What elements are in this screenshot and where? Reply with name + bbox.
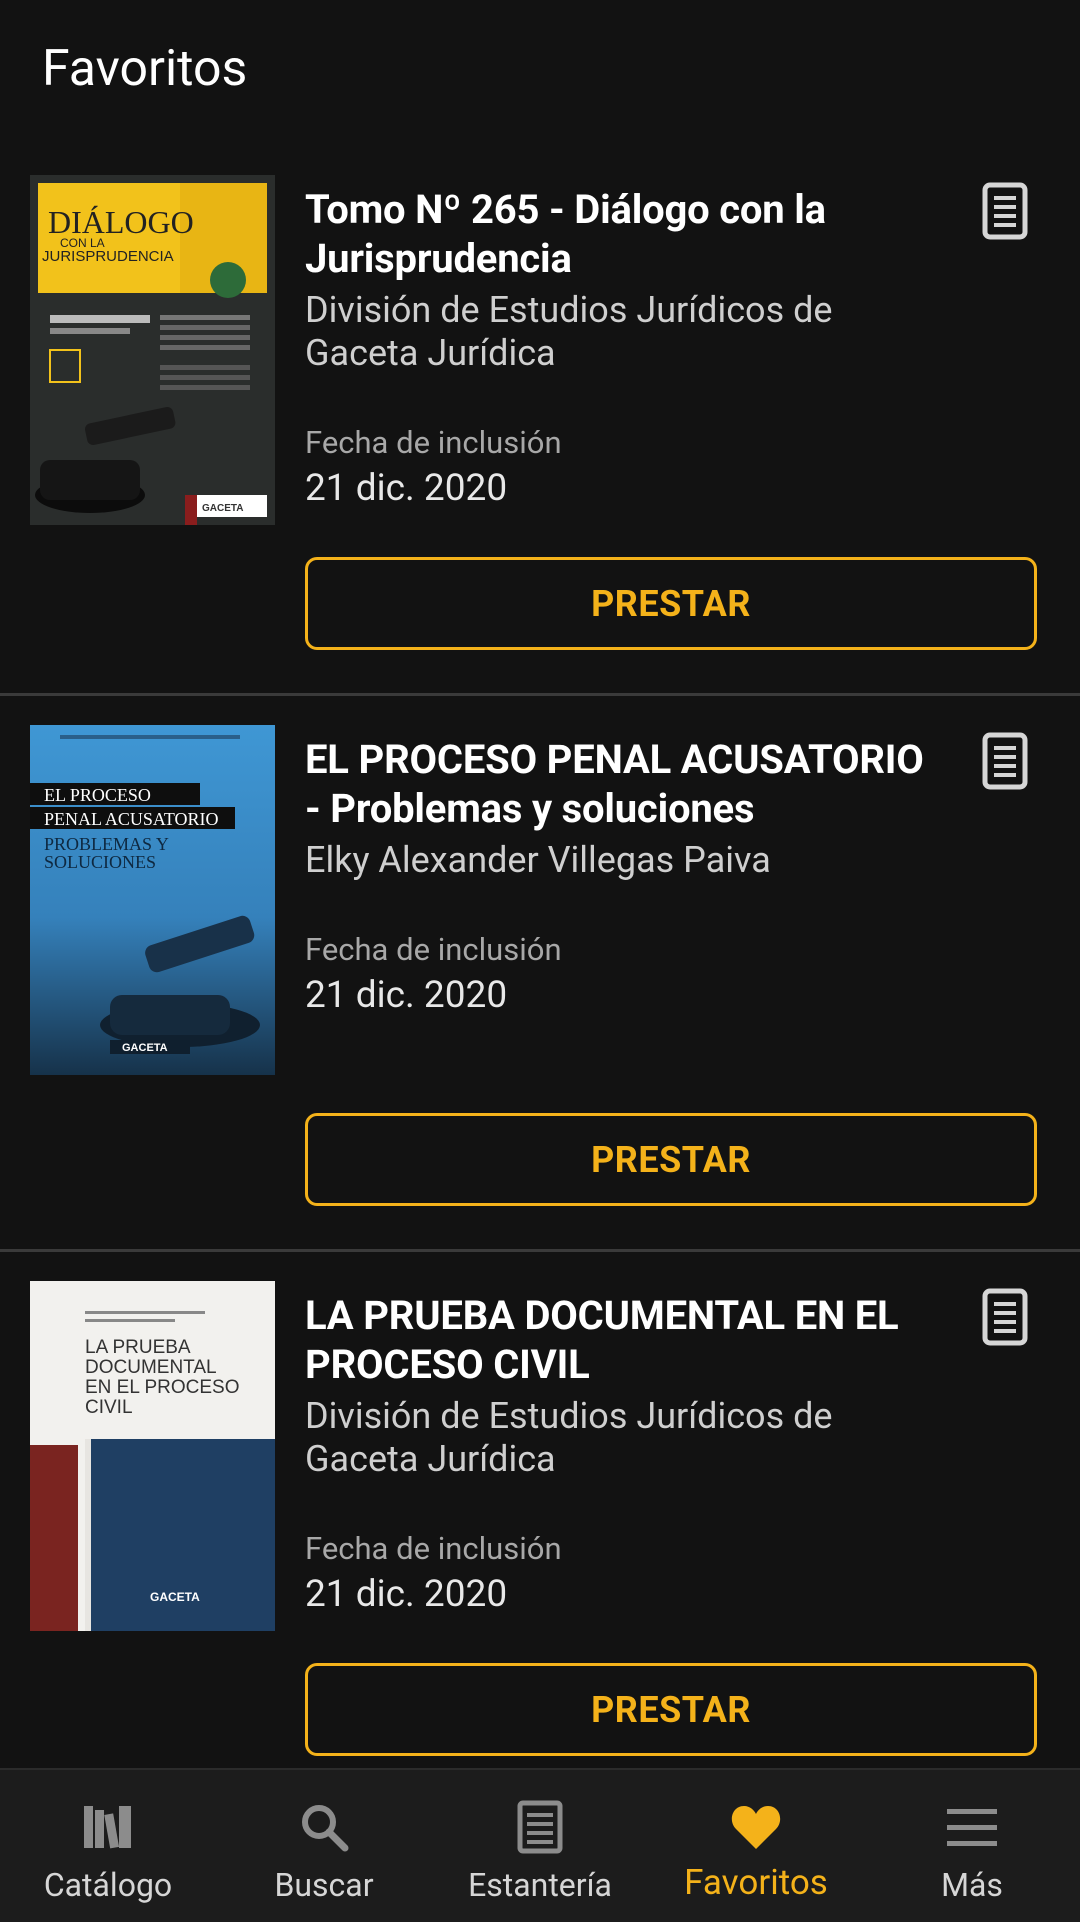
book-title[interactable]: Tomo Nº 265 - Diálogo con la Jurispruden…: [305, 185, 945, 283]
document-icon[interactable]: [980, 182, 1030, 240]
nav-item-catalogo[interactable]: Catálogo: [0, 1770, 216, 1922]
cover-line4: CIVIL: [85, 1397, 133, 1418]
inclusion-date-label: Fecha de inclusión: [305, 1530, 562, 1567]
nav-label: Favoritos: [684, 1862, 828, 1903]
cover-line3: EN EL PROCESO: [85, 1377, 240, 1398]
book-title[interactable]: LA PRUEBA DOCUMENTAL EN EL PROCESO CIVIL: [305, 1291, 945, 1389]
document-icon[interactable]: [980, 732, 1030, 790]
inclusion-date-value: 21 dic. 2020: [305, 1573, 508, 1616]
cover-heading: DIÁLOGO: [48, 204, 194, 240]
cover-line3: PROBLEMAS Y: [44, 834, 169, 854]
cover-line1: EL PROCESO: [44, 785, 151, 805]
heart-icon: [731, 1806, 781, 1849]
cover-line1: LA PRUEBA: [85, 1337, 191, 1358]
nav-label: Buscar: [274, 1866, 374, 1904]
book-cover-image: DIÁLOGO CON LA JURISPRUDENCIA GACETA: [30, 175, 275, 525]
nav-item-buscar[interactable]: Buscar: [216, 1770, 432, 1922]
book-cover[interactable]: EL PROCESO PENAL ACUSATORIO PROBLEMAS Y …: [30, 725, 275, 1075]
cover-line4: SOLUCIONES: [44, 852, 156, 872]
book-cover[interactable]: DIÁLOGO CON LA JURISPRUDENCIA GACETA: [30, 175, 275, 525]
book-cover[interactable]: LA PRUEBA DOCUMENTAL EN EL PROCESO CIVIL…: [30, 1281, 275, 1631]
book-info: Tomo Nº 265 - Diálogo con la Jurispruden…: [305, 185, 945, 511]
prestar-button[interactable]: PRESTAR: [305, 1113, 1037, 1206]
nav-label: Más: [941, 1866, 1003, 1904]
menu-icon: [947, 1809, 997, 1846]
bottom-navigation: Catálogo Buscar Estantería Favoritos Más: [0, 1768, 1080, 1922]
divider: [0, 693, 1080, 696]
prestar-button[interactable]: PRESTAR: [305, 1663, 1037, 1756]
book-title[interactable]: EL PROCESO PENAL ACUSATORIO - Problemas …: [305, 735, 945, 833]
inclusion-date-value: 21 dic. 2020: [305, 974, 508, 1017]
nav-item-estanteria[interactable]: Estantería: [432, 1770, 648, 1922]
nav-label: Catálogo: [43, 1866, 173, 1904]
cover-publisher: GACETA: [150, 1590, 200, 1604]
inclusion-date-label: Fecha de inclusión: [305, 424, 562, 461]
search-icon: [302, 1805, 349, 1852]
book-cover-image: EL PROCESO PENAL ACUSATORIO PROBLEMAS Y …: [30, 725, 275, 1075]
nav-item-favoritos[interactable]: Favoritos: [648, 1770, 864, 1922]
nav-item-mas[interactable]: Más: [864, 1770, 1080, 1922]
document-icon[interactable]: [980, 1288, 1030, 1346]
cover-publisher: GACETA: [122, 1042, 168, 1054]
cover-line2: DOCUMENTAL: [85, 1357, 217, 1378]
book-author: División de Estudios Jurídicos de Gaceta…: [305, 289, 833, 374]
cover-line2: PENAL ACUSATORIO: [44, 809, 219, 829]
book-author: División de Estudios Jurídicos de Gaceta…: [305, 1395, 833, 1480]
inclusion-date-label: Fecha de inclusión: [305, 931, 562, 968]
book-author: Elky Alexander Villegas Paiva: [305, 839, 771, 881]
book-cover-image: LA PRUEBA DOCUMENTAL EN EL PROCESO CIVIL…: [30, 1281, 275, 1631]
divider: [0, 1249, 1080, 1252]
shelf-icon: [517, 1800, 563, 1854]
cover-subheading2: JURISPRUDENCIA: [42, 248, 174, 265]
inclusion-date-value: 21 dic. 2020: [305, 467, 508, 510]
book-info: LA PRUEBA DOCUMENTAL EN EL PROCESO CIVIL…: [305, 1291, 945, 1617]
nav-label: Estantería: [468, 1866, 612, 1904]
cover-publisher: GACETA: [202, 503, 243, 514]
catalog-icon: [84, 1806, 131, 1849]
book-info: EL PROCESO PENAL ACUSATORIO - Problemas …: [305, 735, 945, 1018]
page-title: Favoritos: [42, 40, 248, 98]
prestar-button[interactable]: PRESTAR: [305, 557, 1037, 650]
